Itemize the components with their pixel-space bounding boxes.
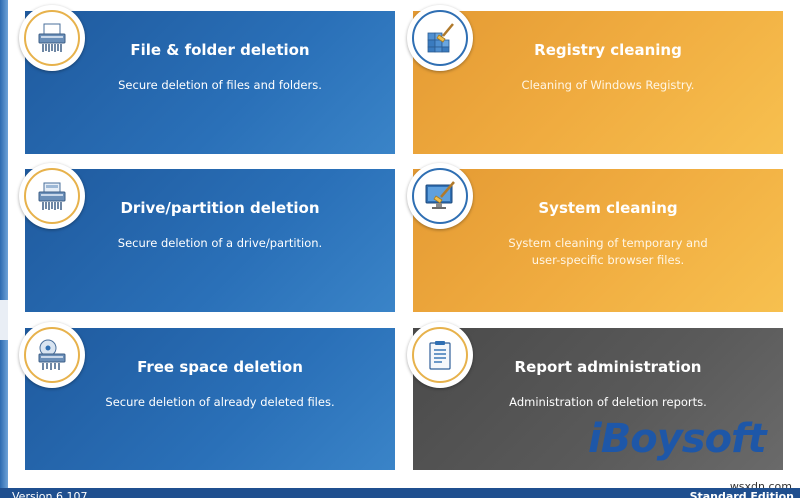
tile-title: Drive/partition deletion	[120, 199, 320, 217]
tile-title: System cleaning	[538, 199, 678, 217]
tile-title: Report administration	[514, 358, 702, 376]
tile-icon-badge	[19, 5, 85, 71]
tile-description: Secure deletion of already deleted files…	[105, 395, 335, 409]
window-left-edge	[0, 0, 8, 488]
tile-description-line: System cleaning of temporary and	[508, 236, 708, 250]
edition-label: Standard Edition	[689, 490, 794, 498]
tile-icon-badge	[407, 322, 473, 388]
tile-title: Free space deletion	[137, 358, 303, 376]
tile-drive-partition-deletion[interactable]: Drive/partition deletion Secure deletion…	[19, 163, 395, 312]
tile-description: System cleaning of temporary and user-sp…	[413, 235, 783, 269]
tile-description: Administration of deletion reports.	[509, 395, 707, 409]
status-bar: Version 6.107 Standard Edition	[0, 488, 800, 498]
tile-title: File & folder deletion	[130, 41, 310, 59]
tile-registry-cleaning[interactable]: Registry cleaning Cleaning of Windows Re…	[407, 5, 783, 154]
tile-icon-badge	[19, 322, 85, 388]
tile-system-cleaning[interactable]: System cleaning System cleaning of tempo…	[407, 163, 783, 312]
tile-icon-badge	[407, 5, 473, 71]
tile-icon-badge	[407, 163, 473, 229]
version-label: Version 6.107	[12, 490, 88, 498]
tile-file-folder-deletion[interactable]: File & folder deletion Secure deletion o…	[19, 5, 395, 154]
tile-icon-badge	[19, 163, 85, 229]
tile-description: Cleaning of Windows Registry.	[521, 78, 695, 92]
tile-free-space-deletion[interactable]: Free space deletion Secure deletion of a…	[19, 322, 395, 470]
tile-description: Secure deletion of files and folders.	[118, 78, 322, 92]
tile-description-line: user-specific browser files.	[531, 253, 685, 267]
tile-description: Secure deletion of a drive/partition.	[117, 236, 323, 250]
iboysoft-watermark: iBoysoft	[588, 416, 767, 462]
tile-title: Registry cleaning	[534, 41, 682, 59]
